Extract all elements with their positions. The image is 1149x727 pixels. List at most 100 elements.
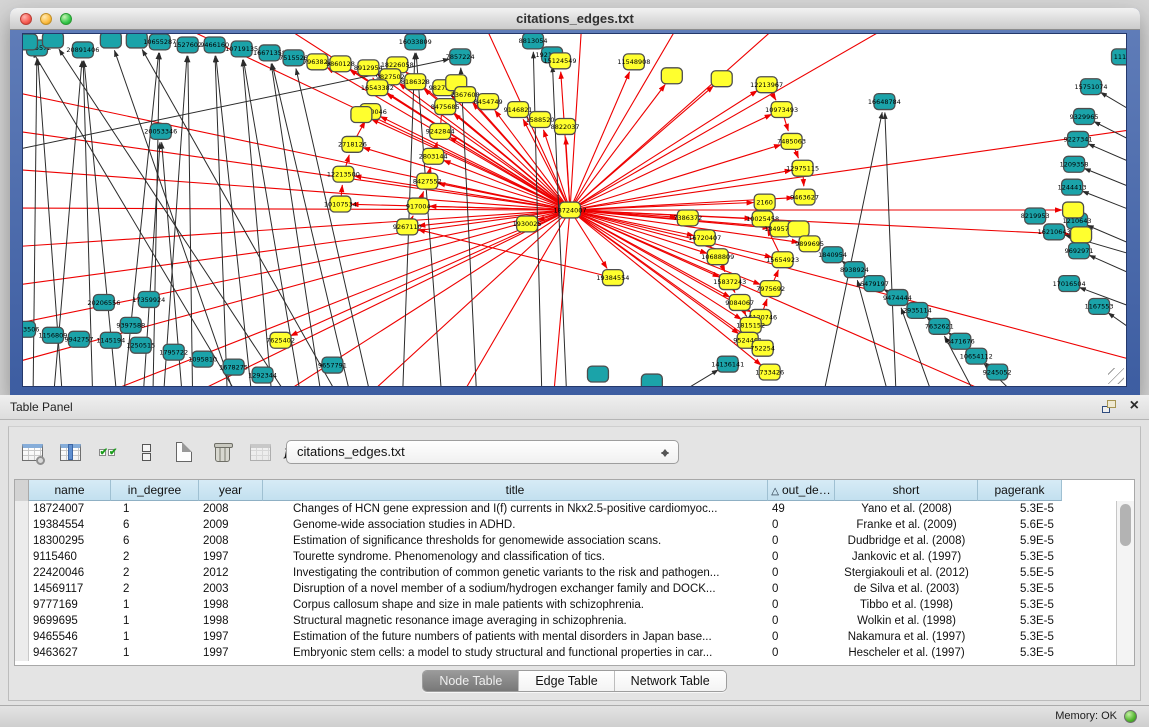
graph-node[interactable]: 917004 <box>406 198 431 214</box>
graph-node[interactable]: 8186328 <box>401 74 430 90</box>
graph-node[interactable]: 1156809 <box>39 327 68 343</box>
import-table-icon[interactable] <box>247 439 273 465</box>
graph-node[interactable]: 7857224 <box>446 49 475 65</box>
graph-node[interactable]: 8822037 <box>551 119 580 135</box>
table-row[interactable]: 969969511998Structural magnetic resonanc… <box>15 613 1116 629</box>
window-resize-grip[interactable] <box>1108 368 1124 384</box>
graph-node[interactable]: 9267110 <box>393 219 422 235</box>
graph-node[interactable]: 10654112 <box>960 348 993 364</box>
graph-node[interactable]: 16648784 <box>868 94 901 110</box>
graph-node[interactable]: 1795722 <box>159 344 188 360</box>
graph-node[interactable]: 8475685 <box>431 99 460 115</box>
graph-node[interactable] <box>100 34 121 48</box>
graph-node[interactable]: 2935114 <box>903 302 932 318</box>
graph-node[interactable]: 2803144 <box>419 148 448 164</box>
graph-node[interactable]: 6479197 <box>860 276 889 292</box>
column-header-out_de[interactable]: △out_de… <box>768 480 835 501</box>
tab-network-table[interactable]: Network Table <box>615 671 726 691</box>
graph-node[interactable]: 8427552 <box>413 173 442 189</box>
graph-node[interactable]: 1930025 <box>513 216 542 232</box>
column-icon[interactable] <box>57 439 83 465</box>
graph-node[interactable]: 8471676 <box>946 333 975 349</box>
graph-node[interactable]: 7632621 <box>925 318 954 334</box>
graph-node[interactable]: 16210643 <box>1038 224 1071 240</box>
graph-node[interactable]: 9692971 <box>1065 243 1094 259</box>
graph-node[interactable]: 2718126 <box>338 136 367 152</box>
table-settings-icon[interactable] <box>19 439 45 465</box>
graph-node[interactable]: 1292344 <box>248 367 277 383</box>
graph-node[interactable]: 9084067 <box>725 295 754 311</box>
graph-node[interactable]: 16720407 <box>688 230 721 246</box>
graph-node[interactable]: 1853506 <box>23 321 39 337</box>
rows-icon[interactable] <box>133 439 159 465</box>
graph-node[interactable]: 9899695 <box>795 236 824 252</box>
graph-node[interactable]: 17016504 <box>1053 276 1086 292</box>
graph-node[interactable]: 1678275 <box>219 359 248 375</box>
graph-node[interactable]: 9657791 <box>318 357 347 373</box>
graph-node[interactable] <box>711 71 732 87</box>
tab-edge-table[interactable]: Edge Table <box>519 671 614 691</box>
graph-node[interactable]: 9474444 <box>883 290 912 306</box>
graph-node[interactable]: 7386372 <box>673 210 702 226</box>
graph-node[interactable]: 8219953 <box>1021 208 1050 224</box>
table-row[interactable]: 946554611997Estimation of the future num… <box>15 629 1116 645</box>
graph-node[interactable]: 7485063 <box>777 133 806 149</box>
network-graph[interactable]: 1872400724055722089140610655287152760294… <box>23 34 1126 386</box>
graph-node[interactable] <box>641 374 662 386</box>
graph-node[interactable]: 1209358 <box>1060 156 1089 172</box>
graph-node[interactable]: 9860128 <box>326 56 355 72</box>
graph-node[interactable]: 16033809 <box>399 34 432 50</box>
graph-node[interactable]: 9942757 <box>64 331 93 347</box>
column-header-pagerank[interactable]: pagerank <box>978 480 1062 501</box>
table-panel-titlebar[interactable]: Table Panel × <box>0 395 1149 420</box>
graph-node[interactable]: 8938924 <box>840 262 869 278</box>
table-row[interactable]: 1830029562008Estimation of significance … <box>15 533 1116 549</box>
graph-node[interactable]: 752254 <box>750 340 775 356</box>
graph-node[interactable]: 1145194 <box>96 332 125 348</box>
graph-node[interactable]: 1112 <box>1112 49 1126 65</box>
graph-node[interactable]: 9242844 <box>426 123 455 139</box>
graph-node[interactable] <box>1071 227 1092 243</box>
delete-icon[interactable] <box>209 439 235 465</box>
float-panel-icon[interactable] <box>1102 400 1116 413</box>
graph-node[interactable]: 1733426 <box>755 364 784 380</box>
graph-node[interactable]: 9245052 <box>983 364 1012 380</box>
graph-node[interactable]: 1527602 <box>173 37 202 53</box>
graph-node[interactable] <box>42 34 63 48</box>
graph-node[interactable]: 7975692 <box>756 281 785 297</box>
graph-node[interactable]: 8813054 <box>519 34 548 49</box>
column-header-short[interactable]: short <box>835 480 978 501</box>
window-titlebar[interactable]: citations_edges.txt <box>10 8 1140 30</box>
scrollbar-thumb[interactable] <box>1120 504 1131 546</box>
graph-node[interactable]: 20891406 <box>66 42 99 58</box>
graph-node[interactable] <box>587 366 608 382</box>
table-row[interactable]: 977716911998Corpus callosum shape and si… <box>15 597 1116 613</box>
graph-node[interactable] <box>23 34 37 50</box>
column-header-in_degree[interactable]: in_degree <box>111 480 199 501</box>
graph-node[interactable]: 9329965 <box>1070 109 1099 125</box>
tab-node-table[interactable]: Node Table <box>423 671 519 691</box>
graph-node[interactable] <box>351 107 372 123</box>
table-row[interactable]: 1456911722003Disruption of a novel membe… <box>15 581 1116 597</box>
graph-node[interactable]: 15654923 <box>766 252 799 268</box>
column-header-title[interactable]: title <box>263 480 768 501</box>
graph-node[interactable]: 8454749 <box>474 94 503 110</box>
graph-node[interactable]: 12975115 <box>786 160 819 176</box>
graph-node[interactable]: 1167553 <box>1085 298 1114 314</box>
column-header-year[interactable]: year <box>199 480 263 501</box>
graph-node[interactable] <box>788 221 809 237</box>
table-source-selector[interactable]: citations_edges.txt <box>286 440 679 464</box>
network-canvas[interactable]: 1872400724055722089140610655287152760294… <box>22 33 1127 387</box>
graph-node[interactable]: 2160 <box>754 194 775 210</box>
graph-node[interactable]: 1244413 <box>1058 179 1087 195</box>
graph-node[interactable]: 1250515 <box>126 337 155 353</box>
table-row[interactable]: 2242004622012Investigating the contribut… <box>15 565 1116 581</box>
column-header-name[interactable]: name <box>29 480 111 501</box>
close-panel-icon[interactable]: × <box>1130 399 1139 413</box>
graph-node[interactable] <box>1063 202 1084 218</box>
select-checks-icon[interactable]: ✔✔ <box>95 439 121 465</box>
graph-node[interactable]: 15751074 <box>1075 79 1108 95</box>
graph-node[interactable]: 10688809 <box>701 249 734 265</box>
graph-node[interactable]: 14136141 <box>711 356 744 372</box>
graph-node[interactable]: 9463627 <box>790 189 819 205</box>
